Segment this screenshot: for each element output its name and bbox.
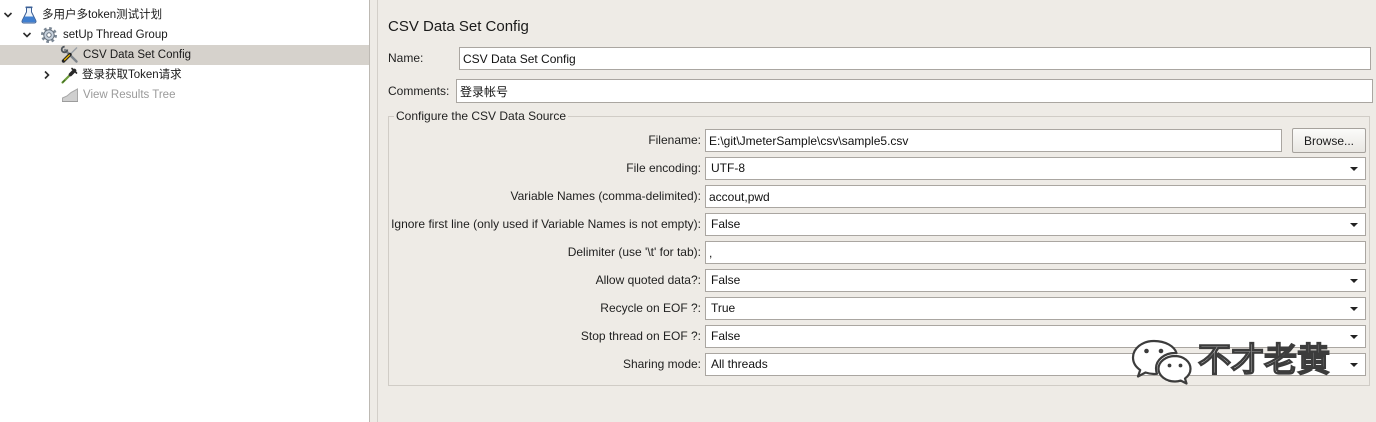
chart-icon [62, 88, 78, 102]
filename-label: Filename: [648, 133, 701, 147]
split-pane-divider[interactable] [370, 0, 378, 422]
wechat-icon [1131, 339, 1192, 385]
ignore-first-line-combo[interactable]: False [705, 213, 1366, 236]
dropdown-arrow-icon[interactable] [1348, 214, 1360, 235]
delimiter-row: Delimiter (use '\t' for tab): [389, 240, 1369, 268]
ignore-first-line-value: False [711, 217, 741, 231]
chevron-right-icon[interactable] [42, 70, 52, 80]
file-encoding-combo[interactable]: UTF-8 [705, 157, 1366, 180]
stop-thread-on-eof-value: False [711, 329, 741, 343]
tree-node-login-token-request[interactable]: 登录获取Token请求 [0, 65, 369, 85]
recycle-on-eof-combo[interactable]: True [705, 297, 1366, 320]
ignore-first-line-label: Ignore first line (only used if Variable… [391, 217, 701, 231]
test-plan-icon [21, 6, 37, 24]
browse-button[interactable]: Browse... [1292, 128, 1366, 153]
comments-label: Comments: [388, 84, 450, 98]
dropdown-arrow-icon[interactable] [1348, 354, 1360, 375]
pipette-icon [61, 67, 78, 84]
tree-node-test-plan[interactable]: 多用户多token测试计划 [0, 5, 369, 25]
sharing-mode-label: Sharing mode: [622, 357, 701, 371]
ignore-first-line-row: Ignore first line (only used if Variable… [389, 212, 1369, 240]
delimiter-field[interactable] [705, 241, 1366, 264]
watermark-text: 不才老黄 [1197, 339, 1330, 379]
file-encoding-value: UTF-8 [711, 161, 745, 175]
allow-quoted-data-value: False [711, 273, 741, 287]
filename-field[interactable] [705, 129, 1282, 152]
variable-names-row: Variable Names (comma-delimited): [389, 184, 1369, 212]
recycle-on-eof-label: Recycle on EOF ?: [600, 301, 701, 315]
tools-icon [60, 45, 78, 63]
tree-node-csv-data-set-config[interactable]: CSV Data Set Config [0, 45, 369, 65]
view-results-tree-label: View Results Tree [83, 89, 176, 101]
panel-title: CSV Data Set Config [388, 18, 529, 35]
tree-node-thread-group[interactable]: setUp Thread Group [0, 25, 369, 45]
thread-group-label: setUp Thread Group [63, 29, 168, 41]
dropdown-arrow-icon[interactable] [1348, 298, 1360, 319]
allow-quoted-data-combo[interactable]: False [705, 269, 1366, 292]
stop-thread-on-eof-label: Stop thread on EOF ?: [580, 329, 701, 343]
sharing-mode-value: All threads [711, 357, 768, 371]
recycle-on-eof-row: Recycle on EOF ?: True [389, 296, 1369, 324]
jmeter-window: 多用户多token测试计划 setUp Thread Group CSV Dat… [0, 0, 1376, 422]
recycle-on-eof-value: True [711, 301, 736, 315]
name-field[interactable] [459, 47, 1371, 70]
variable-names-field[interactable] [705, 185, 1366, 208]
filename-row: Filename: Browse... [389, 128, 1369, 156]
dropdown-arrow-icon[interactable] [1348, 158, 1360, 179]
chevron-down-icon[interactable] [3, 10, 13, 20]
name-label: Name: [388, 51, 424, 65]
allow-quoted-data-label: Allow quoted data?: [595, 273, 701, 287]
file-encoding-label: File encoding: [626, 161, 701, 175]
file-encoding-row: File encoding: UTF-8 [389, 156, 1369, 184]
dropdown-arrow-icon[interactable] [1348, 326, 1360, 347]
delimiter-label: Delimiter (use '\t' for tab): [567, 245, 701, 259]
tree-node-view-results-tree[interactable]: View Results Tree [0, 85, 369, 105]
test-plan-label: 多用户多token测试计划 [42, 9, 163, 21]
chevron-down-icon[interactable] [22, 30, 32, 40]
dropdown-arrow-icon[interactable] [1348, 270, 1360, 291]
variable-names-label: Variable Names (comma-delimited): [510, 189, 702, 203]
login-token-request-label: 登录获取Token请求 [82, 69, 182, 81]
comments-field[interactable] [456, 79, 1373, 103]
csv-data-set-config-label: CSV Data Set Config [83, 49, 192, 61]
csv-source-group-title: Configure the CSV Data Source [394, 108, 569, 124]
allow-quoted-data-row: Allow quoted data?: False [389, 268, 1369, 296]
test-plan-tree: 多用户多token测试计划 setUp Thread Group CSV Dat… [0, 0, 370, 422]
gear-icon [41, 27, 57, 43]
